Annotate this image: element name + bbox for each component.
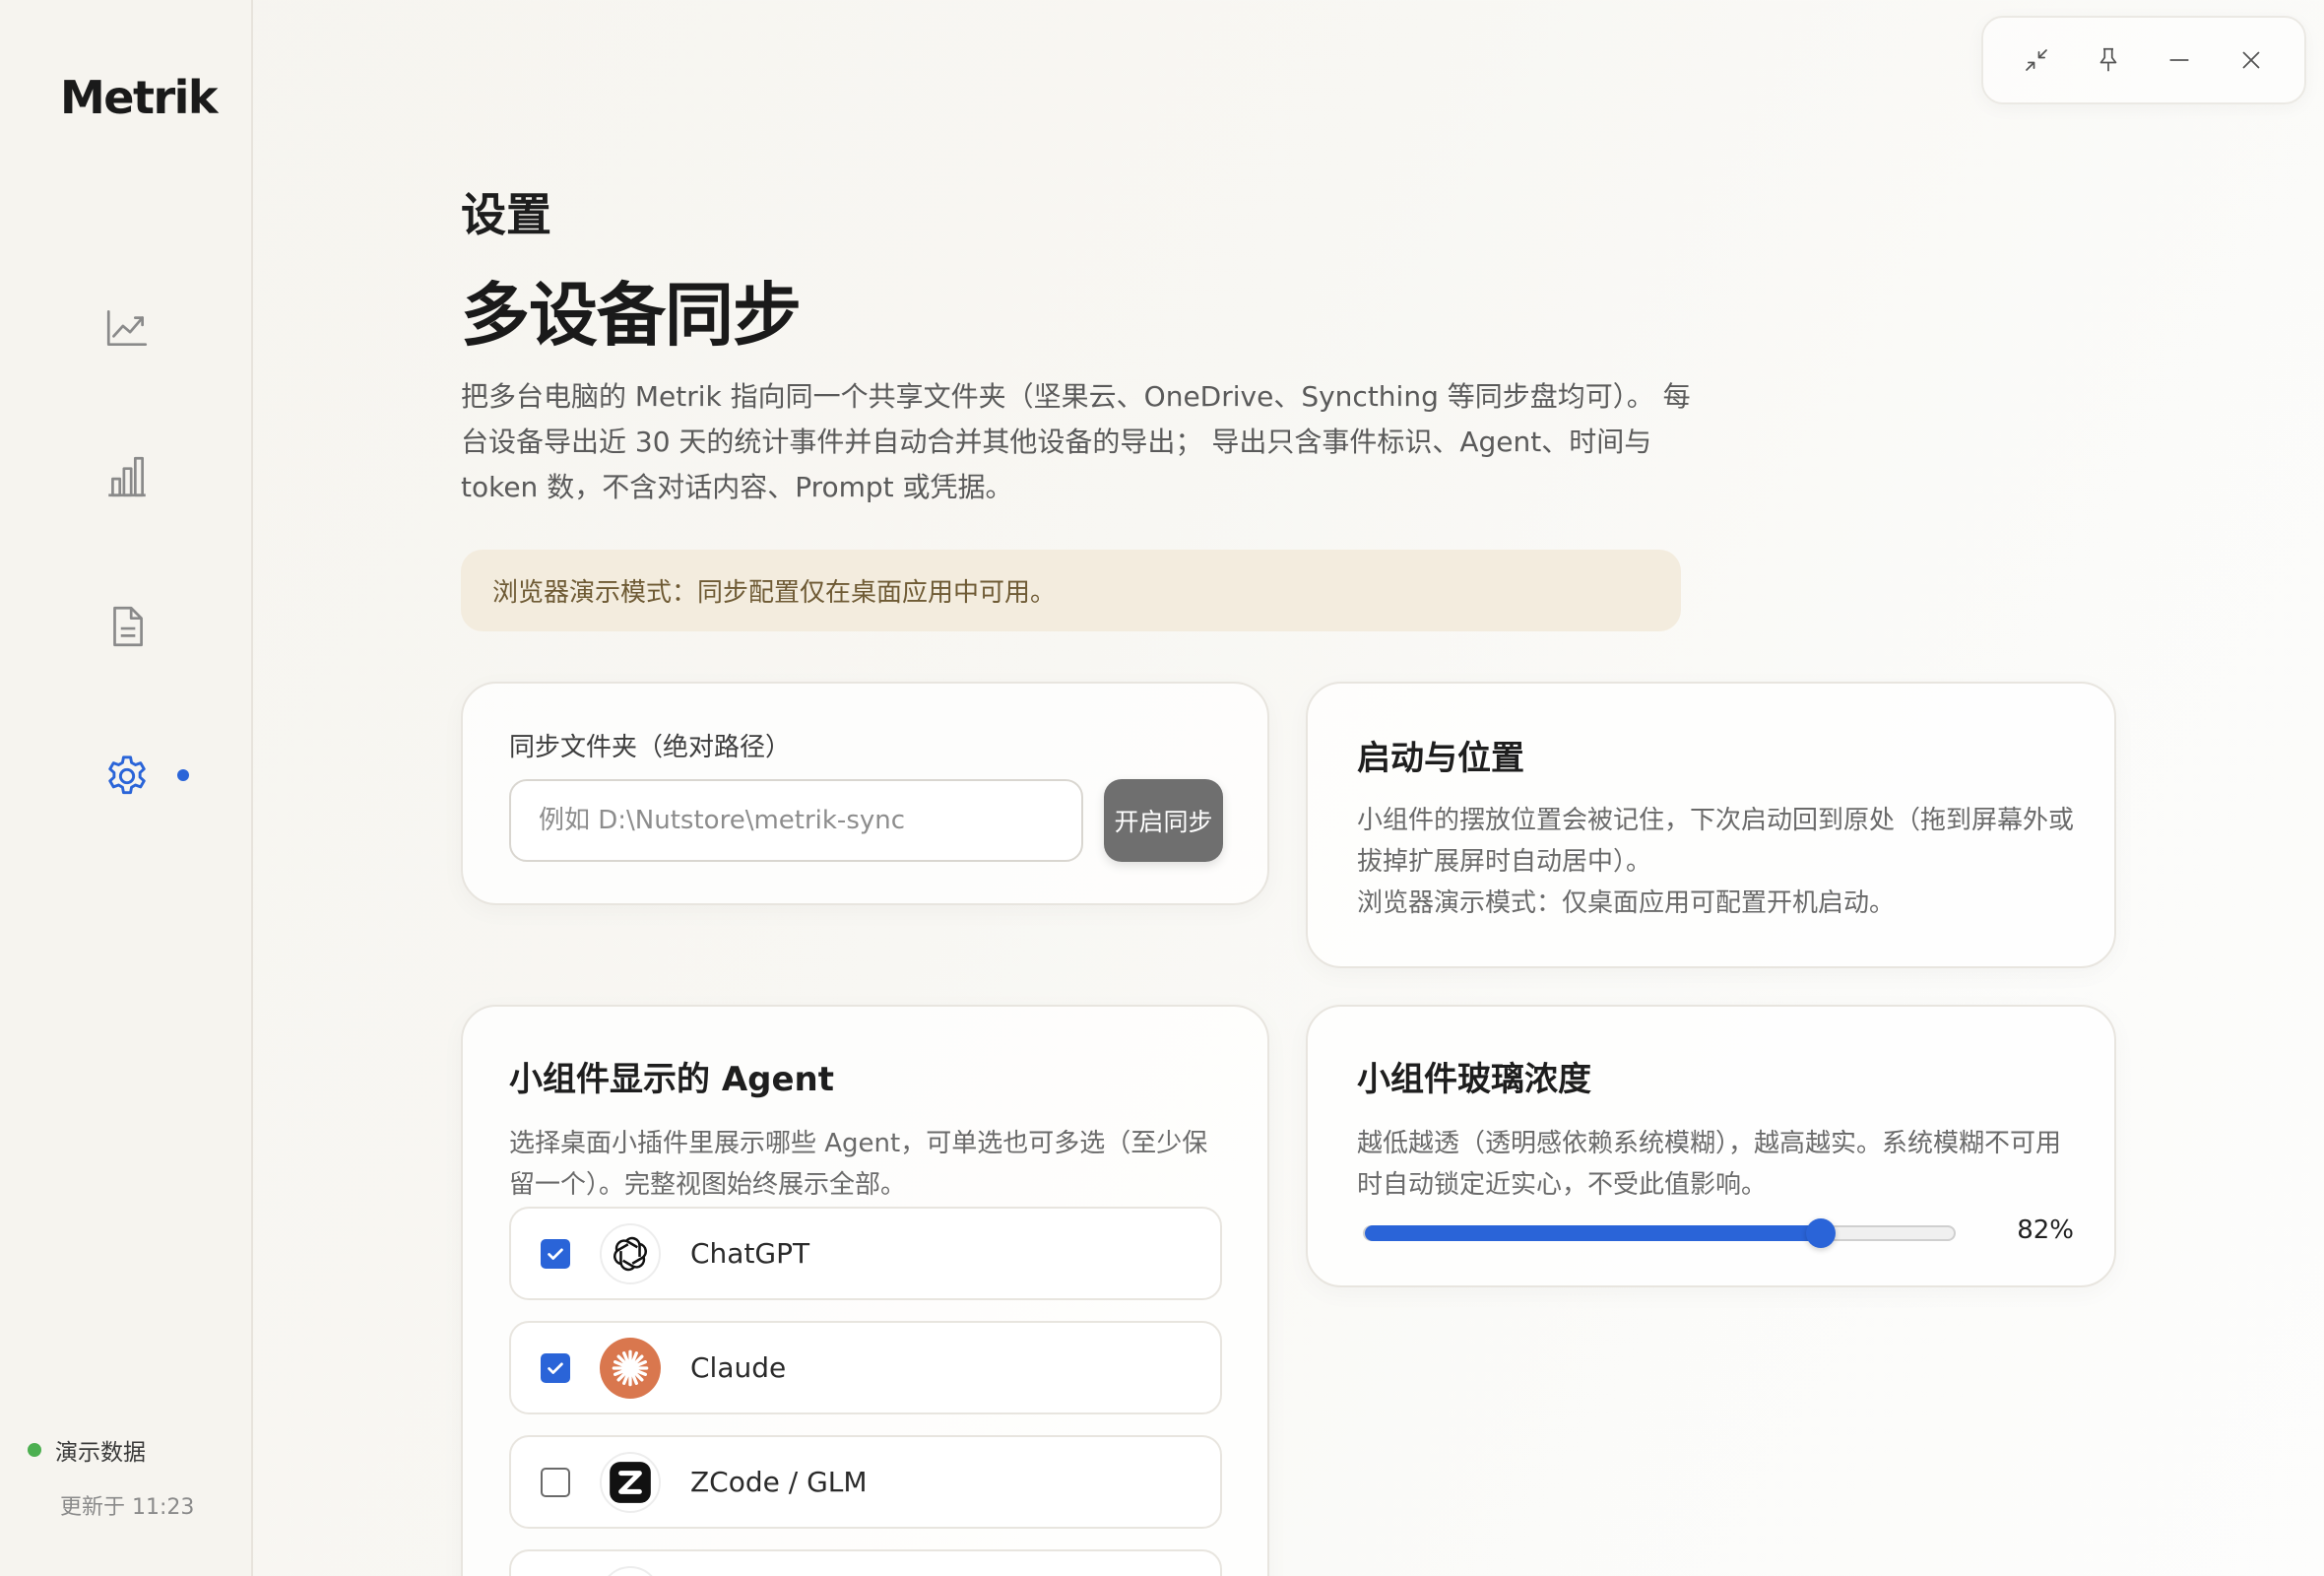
agent-option-claude[interactable]: Claude [509, 1321, 1222, 1414]
agents-card-title: 小组件显示的 Agent [509, 1060, 835, 1099]
pin-icon [2099, 47, 2117, 72]
document-icon [113, 606, 143, 647]
glass-card-description: 越低越透（透明感依赖系统模糊），越高越实。系统模糊不可用时自动锁定近实心，不受此… [1357, 1129, 2062, 1200]
sidebar: Metrik 演示数据 更新于 11:23 [0, 0, 253, 1576]
page-kicker: 设置 [461, 188, 551, 241]
close-icon [2242, 51, 2260, 69]
agent-checkbox[interactable] [541, 1467, 570, 1497]
gear-icon [108, 755, 146, 795]
data-status: 演示数据 [28, 1433, 146, 1467]
agent-option-partial[interactable] [509, 1549, 1222, 1576]
collapse-button[interactable] [2015, 38, 2058, 82]
startup-card-text: 小组件的摆放位置会被记住，下次启动回到原处（拖到屏幕外或拔掉扩展屏时自动居中）。… [1357, 800, 2076, 924]
updated-time: 更新于 11:23 [60, 1495, 195, 1520]
sync-folder-card: 同步文件夹（绝对路径） 开启同步 [461, 682, 1269, 905]
claude-icon [600, 1337, 661, 1399]
page-description: 把多台电脑的 Metrik 指向同一个共享文件夹（坚果云、OneDrive、Sy… [461, 380, 1691, 503]
demo-mode-notice: 浏览器演示模式：同步配置仅在桌面应用中可用。 [461, 550, 1681, 631]
glass-density-slider[interactable] [1363, 1218, 1956, 1248]
sidebar-item-reports[interactable] [95, 594, 160, 659]
collapse-icon [2026, 49, 2048, 71]
minimize-icon [2169, 59, 2189, 61]
status-dot [28, 1443, 41, 1457]
close-button[interactable] [2229, 38, 2273, 82]
agent-option-chatgpt[interactable]: ChatGPT [509, 1207, 1222, 1300]
slider-value: 82% [2017, 1215, 2074, 1245]
agent-checkbox[interactable] [541, 1352, 570, 1383]
agents-card-description: 选择桌面小插件里展示哪些 Agent，可单选也可多选（至少保留一个）。完整视图始… [509, 1129, 1208, 1200]
agent-name: ChatGPT [690, 1237, 810, 1270]
pin-button[interactable] [2087, 38, 2130, 82]
agent-name: Claude [690, 1351, 787, 1384]
enable-sync-button[interactable]: 开启同步 [1104, 779, 1223, 862]
agent-option-zcode[interactable]: ZCode / GLM [509, 1435, 1222, 1529]
window-controls [1981, 16, 2306, 104]
agent-name: ZCode / GLM [690, 1466, 868, 1498]
minimize-button[interactable] [2158, 38, 2201, 82]
sync-folder-label: 同步文件夹（绝对路径） [509, 733, 792, 762]
glass-card-title: 小组件玻璃浓度 [1357, 1060, 1591, 1099]
startup-text-line1: 小组件的摆放位置会被记住，下次启动回到原处（拖到屏幕外或拔掉扩展屏时自动居中）。 [1357, 806, 2075, 877]
agent-checkbox[interactable] [541, 1238, 570, 1269]
sidebar-item-settings[interactable] [95, 744, 160, 809]
slider-thumb[interactable] [1806, 1218, 1837, 1248]
status-label: 演示数据 [55, 1440, 146, 1466]
notice-text: 浏览器演示模式：同步配置仅在桌面应用中可用。 [492, 578, 1057, 608]
openai-icon [600, 1222, 661, 1284]
sync-folder-input[interactable] [509, 779, 1083, 862]
bar-chart-icon [108, 456, 146, 497]
zcode-icon [600, 1451, 661, 1513]
app-logo: Metrik [60, 71, 219, 124]
startup-card-title: 启动与位置 [1357, 739, 1524, 778]
startup-text-line2: 浏览器演示模式：仅桌面应用可配置开机启动。 [1357, 888, 1896, 918]
widget-agents-card: 小组件显示的 Agent 选择桌面小插件里展示哪些 Agent，可单选也可多选（… [461, 1005, 1269, 1576]
startup-position-card: 启动与位置 小组件的摆放位置会被记住，下次启动回到原处（拖到屏幕外或拔掉扩展屏时… [1306, 682, 2116, 968]
active-indicator-dot [177, 769, 189, 781]
page-title: 多设备同步 [461, 275, 802, 356]
sidebar-item-stats[interactable] [95, 444, 160, 509]
line-chart-icon [106, 309, 148, 347]
slider-fill [1365, 1225, 1822, 1241]
sidebar-item-trends[interactable] [95, 296, 160, 361]
agent-logo-icon [600, 1565, 661, 1576]
glass-density-card: 小组件玻璃浓度 越低越透（透明感依赖系统模糊），越高越实。系统模糊不可用时自动锁… [1306, 1005, 2116, 1287]
